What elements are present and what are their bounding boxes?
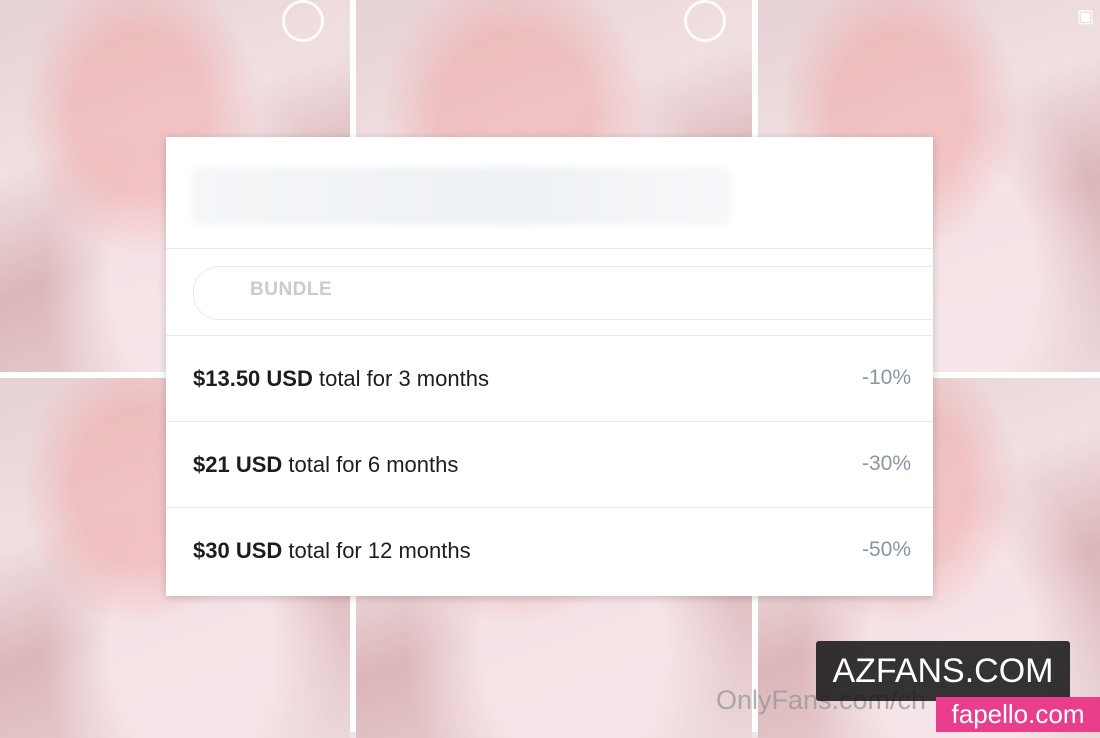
fapello-watermark: fapello.com [936,697,1100,732]
bundle-option-12-months[interactable]: $30 USD total for 12 months -50% [166,508,933,593]
bundle-price-desc: total for 6 months [282,452,459,477]
bundle-discount: -10% [861,366,911,389]
bundle-tab-label: BUNDLE [250,279,333,300]
bundle-tab-row: BUNDLE [166,249,933,336]
circle-select-icon[interactable] [282,0,324,42]
subscription-bundles-card: BUNDLE $13.50 USD total for 3 months -10… [166,137,933,596]
bundle-option-3-months[interactable]: $13.50 USD total for 3 months -10% [166,336,933,422]
blurred-header-text [192,167,732,225]
bundle-price-amount: $13.50 USD [193,366,313,391]
bundle-price: $30 USD total for 12 months [193,538,471,564]
bundle-price: $21 USD total for 6 months [193,452,458,478]
bundle-price-amount: $30 USD [193,538,283,563]
card-header [166,137,933,249]
gallery-icon: ▣ [1076,6,1094,26]
bundle-discount: -50% [861,538,911,561]
bundle-price-desc: total for 3 months [312,366,489,391]
bundle-price-amount: $21 USD [193,452,283,477]
bundle-option-6-months[interactable]: $21 USD total for 6 months -30% [166,422,933,508]
bundle-price: $13.50 USD total for 3 months [193,366,489,392]
circle-select-icon[interactable] [684,0,726,42]
bundle-price-desc: total for 12 months [282,538,471,563]
azfans-watermark: AZFANS.COM [816,641,1070,701]
bundle-discount: -30% [861,452,911,475]
